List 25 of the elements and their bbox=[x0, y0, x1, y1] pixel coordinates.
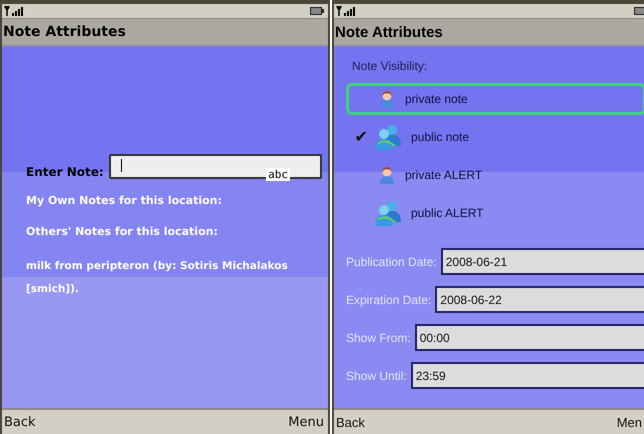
field-label: Publication Date: bbox=[346, 254, 437, 268]
screen-title: Note Attributes bbox=[335, 24, 443, 40]
visibility-option[interactable]: ✔ public note bbox=[346, 121, 644, 153]
group-label: Note Visibility: bbox=[352, 59, 428, 73]
back-softkey[interactable]: Back bbox=[336, 414, 365, 430]
input-field[interactable]: 00:00 bbox=[414, 324, 644, 351]
input-mode-indicator: abc bbox=[266, 168, 290, 181]
visibility-option[interactable]: public ALERT bbox=[346, 197, 644, 229]
menu-softkey[interactable]: Men bbox=[616, 414, 642, 430]
visibility-option[interactable]: private ALERT bbox=[346, 159, 644, 191]
input-field[interactable]: 23:59 bbox=[410, 362, 644, 389]
field-label: Show From: bbox=[346, 330, 411, 344]
field-label: Show Until: bbox=[346, 368, 407, 382]
section-heading: My Own Notes for this location: bbox=[26, 194, 222, 207]
screen-title: Note Attributes bbox=[3, 24, 126, 40]
input-field[interactable]: 2008-06-22 bbox=[435, 286, 644, 313]
field-label: Enter Note: bbox=[26, 164, 104, 178]
field-label: Expiration Date: bbox=[346, 292, 432, 306]
menu-softkey[interactable]: Menu bbox=[288, 414, 324, 430]
visibility-option[interactable]: private note bbox=[346, 83, 644, 115]
check-mark: ✔ bbox=[354, 129, 368, 146]
back-softkey[interactable]: Back bbox=[4, 414, 36, 430]
input-field[interactable]: 2008-06-21 bbox=[440, 248, 644, 275]
section-heading: Others' Notes for this location: bbox=[26, 225, 218, 238]
note-input-field[interactable]: abc bbox=[108, 154, 322, 179]
